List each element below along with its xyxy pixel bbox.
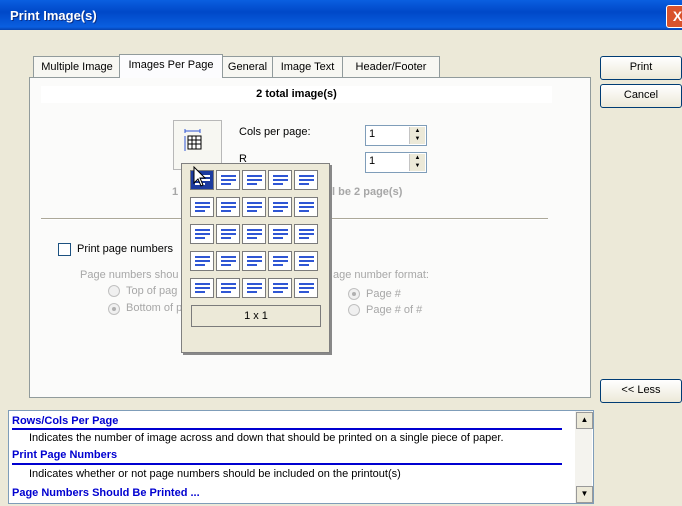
total-images-label: 2 total image(s) xyxy=(41,86,552,103)
help-text: Indicates the number of image across and… xyxy=(29,432,504,444)
tab-multiple-image[interactable]: Multiple Image xyxy=(33,56,121,77)
grid-cell[interactable] xyxy=(242,197,266,217)
grid-cell[interactable] xyxy=(268,251,292,271)
grid-cell[interactable] xyxy=(216,170,240,190)
close-button[interactable]: X xyxy=(666,5,682,28)
rows-value: 1 xyxy=(369,155,376,167)
bottom-of-page-label: Bottom of p xyxy=(126,302,183,314)
grid-cell[interactable] xyxy=(216,197,240,217)
grid-cell[interactable] xyxy=(190,251,214,271)
grid-cell[interactable] xyxy=(190,278,214,298)
print-page-numbers-label: Print page numbers xyxy=(77,243,173,255)
grid-cell[interactable] xyxy=(294,278,318,298)
spin-down-icon[interactable]: ▼ xyxy=(410,162,425,170)
less-button[interactable]: << Less xyxy=(600,379,682,403)
help-heading: Print Page Numbers xyxy=(12,449,118,461)
format-page-label: Page # xyxy=(366,288,401,300)
help-divider xyxy=(12,428,562,430)
grid-cell[interactable] xyxy=(294,170,318,190)
title-bar: Print Image(s) X xyxy=(0,0,682,30)
window-title: Print Image(s) xyxy=(10,8,97,23)
grid-cell[interactable] xyxy=(294,251,318,271)
rows-spin-arrows[interactable]: ▲ ▼ xyxy=(409,154,425,171)
grid-cell[interactable] xyxy=(216,278,240,298)
format-page-of-radio[interactable] xyxy=(348,304,360,316)
close-icon: X xyxy=(672,8,682,24)
rows-per-page-stepper[interactable]: 1 ▲ ▼ xyxy=(365,152,427,173)
grid-cell[interactable] xyxy=(216,251,240,271)
cols-spin-arrows[interactable]: ▲ ▼ xyxy=(409,127,425,144)
format-page-of-label: Page # of # xyxy=(366,304,423,316)
help-text: Indicates whether or not page numbers sh… xyxy=(29,468,401,480)
tab-general[interactable]: General xyxy=(222,56,273,77)
grid-cell[interactable] xyxy=(190,197,214,217)
grid-selection-label: 1 x 1 xyxy=(191,305,321,327)
bottom-of-page-radio[interactable] xyxy=(108,303,120,315)
cols-per-page-stepper[interactable]: 1 ▲ ▼ xyxy=(365,125,427,146)
grid-cell[interactable] xyxy=(190,224,214,244)
cols-per-page-label: Cols per page: xyxy=(239,126,311,138)
grid-cell[interactable] xyxy=(216,224,240,244)
tab-header-footer[interactable]: Header/Footer xyxy=(342,56,440,77)
tab-images-per-page[interactable]: Images Per Page xyxy=(119,54,223,78)
spin-down-icon[interactable]: ▼ xyxy=(410,135,425,143)
page-number-format-label: age number format: xyxy=(333,269,429,281)
cancel-button[interactable]: Cancel xyxy=(600,84,682,108)
help-divider xyxy=(12,463,562,465)
grid-cell[interactable] xyxy=(294,197,318,217)
grid-cell[interactable] xyxy=(268,197,292,217)
grid-cell[interactable] xyxy=(294,224,318,244)
format-page-radio[interactable] xyxy=(348,288,360,300)
top-of-page-label: Top of pag xyxy=(126,285,178,297)
help-heading: Page Numbers Should Be Printed ... xyxy=(12,487,200,499)
pages-count-fragment-left: 1 xyxy=(172,186,179,198)
help-scrollbar[interactable]: ▲ ▼ xyxy=(575,411,593,503)
pages-count-label: ll be 2 page(s) xyxy=(329,186,403,198)
top-of-page-radio[interactable] xyxy=(108,285,120,297)
grid-layout-icon xyxy=(184,129,202,151)
grid-cell[interactable] xyxy=(242,251,266,271)
scroll-down-icon[interactable]: ▼ xyxy=(576,486,593,503)
spin-up-icon[interactable]: ▲ xyxy=(410,127,425,135)
grid-cell[interactable] xyxy=(242,170,266,190)
tab-image-text[interactable]: Image Text xyxy=(272,56,343,77)
help-panel: Rows/Cols Per Page Indicates the number … xyxy=(8,410,594,504)
grid-cell[interactable] xyxy=(268,170,292,190)
grid-cell[interactable] xyxy=(268,224,292,244)
scroll-up-icon[interactable]: ▲ xyxy=(576,412,593,429)
print-button[interactable]: Print xyxy=(600,56,682,80)
help-heading: Rows/Cols Per Page xyxy=(12,415,119,427)
grid-cell[interactable] xyxy=(242,278,266,298)
grid-cell[interactable] xyxy=(268,278,292,298)
spin-up-icon[interactable]: ▲ xyxy=(410,154,425,162)
cols-value: 1 xyxy=(369,128,376,140)
print-page-numbers-checkbox[interactable] xyxy=(58,243,71,256)
grid-cell[interactable] xyxy=(242,224,266,244)
mouse-cursor-icon xyxy=(193,166,207,187)
page-numbers-position-label: Page numbers shou xyxy=(80,269,179,281)
